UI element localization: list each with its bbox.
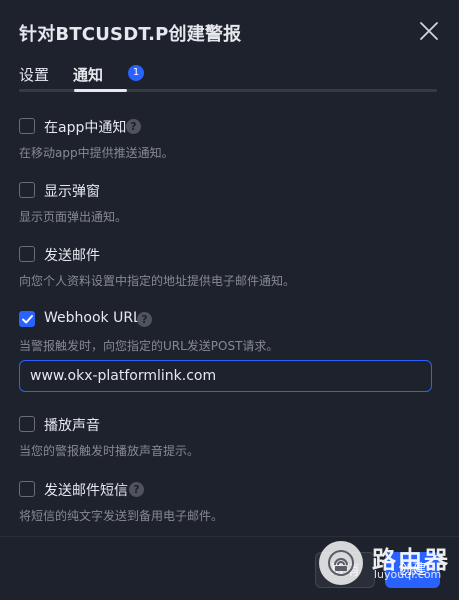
option-play-sound: 播放声音 当您的警报触发时播放声音提示。: [19, 415, 437, 458]
option-description: 显示页面弹出通知。: [19, 210, 128, 224]
option-label: Webhook URL: [44, 310, 141, 326]
email-sms-checkbox[interactable]: [19, 481, 35, 497]
option-label: 显示弹窗: [44, 184, 100, 200]
close-button[interactable]: [416, 18, 442, 44]
active-tab-indicator: [74, 89, 127, 92]
help-icon[interactable]: ?: [137, 312, 152, 327]
option-label: 发送邮件短信: [44, 483, 128, 499]
option-webhook-url: Webhook URL ? 当警报触发时，向您指定的URL发送POST请求。: [19, 310, 437, 353]
tab-indicator-track: [19, 89, 437, 92]
play-sound-checkbox[interactable]: [19, 416, 35, 432]
checkmark-icon: [22, 315, 33, 324]
option-email-sms: 发送邮件短信 ? 将短信的纯文字发送到备用电子邮件。: [19, 480, 437, 523]
option-label: 在app中通知: [44, 120, 127, 136]
help-icon[interactable]: ?: [129, 482, 144, 497]
tab-notifications[interactable]: 通知: [73, 64, 103, 85]
option-label: 发送邮件: [44, 248, 100, 264]
cancel-button[interactable]: 取消: [315, 552, 375, 588]
show-popup-checkbox[interactable]: [19, 182, 35, 198]
footer-divider: [0, 536, 459, 537]
option-show-popup: 显示弹窗 显示页面弹出通知。: [19, 181, 437, 224]
option-label: 播放声音: [44, 418, 100, 434]
option-description: 在移动app中提供推送通知。: [19, 146, 174, 160]
option-description: 将短信的纯文字发送到备用电子邮件。: [19, 509, 224, 523]
option-send-email: 发送邮件 向您个人资料设置中指定的地址提供电子邮件通知。: [19, 245, 437, 288]
tab-settings[interactable]: 设置: [19, 64, 49, 85]
webhook-url-checkbox[interactable]: [19, 311, 35, 327]
webhook-url-input[interactable]: [19, 360, 432, 392]
option-description: 当您的警报触发时播放声音提示。: [19, 444, 200, 458]
create-alert-dialog: 针对BTCUSDT.P创建警报 设置 通知 1 在app中通知 ? 在移动app…: [0, 0, 459, 600]
option-description: 向您个人资料设置中指定的地址提供电子邮件通知。: [19, 274, 296, 288]
send-email-checkbox[interactable]: [19, 246, 35, 262]
create-button[interactable]: 创建: [385, 552, 440, 588]
help-icon[interactable]: ?: [126, 119, 141, 134]
dialog-title: 针对BTCUSDT.P创建警报: [19, 24, 242, 45]
close-icon: [420, 22, 438, 40]
option-app-notification: 在app中通知 ? 在移动app中提供推送通知。: [19, 117, 437, 160]
notification-count-badge: 1: [128, 65, 144, 81]
app-notification-checkbox[interactable]: [19, 118, 35, 134]
option-description: 当警报触发时，向您指定的URL发送POST请求。: [19, 339, 279, 353]
dialog-header: 针对BTCUSDT.P创建警报: [19, 18, 440, 50]
